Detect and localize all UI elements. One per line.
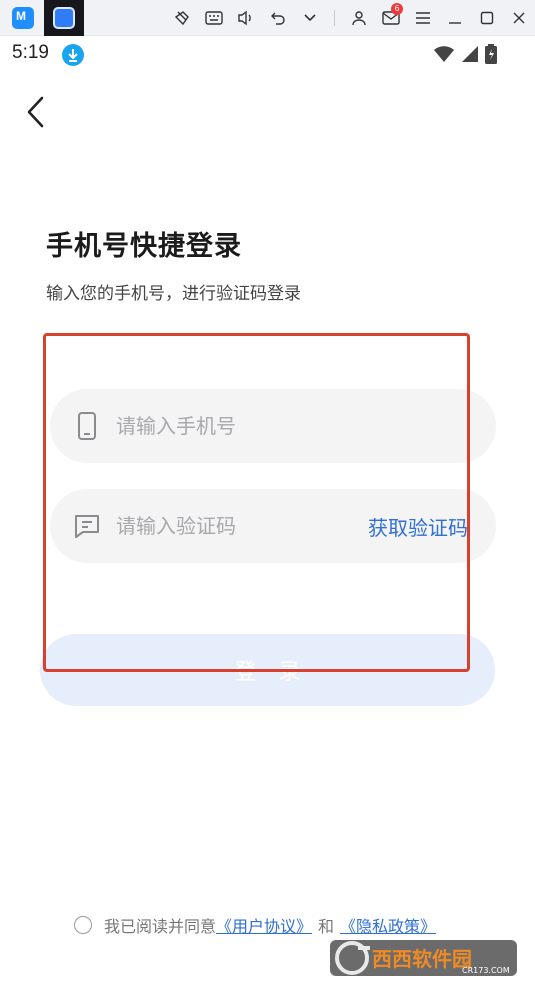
user-agreement-link[interactable]: 《用户协议》 (216, 913, 312, 937)
code-input[interactable] (116, 506, 346, 546)
toolbar-divider (334, 10, 335, 26)
agreement-conjunction: 和 (318, 917, 335, 936)
phone-field[interactable] (50, 389, 496, 463)
back-button[interactable] (22, 94, 52, 130)
watermark-site: CR173.COM (462, 966, 510, 975)
signal-icon (461, 45, 479, 67)
pin-icon[interactable] (166, 0, 198, 36)
battery-icon (485, 44, 497, 68)
phone-input[interactable] (116, 406, 346, 446)
emulator-app-icon[interactable] (12, 7, 34, 29)
download-icon (62, 44, 84, 66)
status-time: 5:19 (12, 42, 49, 63)
mail-badge: 6 (391, 3, 403, 15)
volume-icon[interactable] (230, 0, 262, 36)
keyboard-icon[interactable] (198, 0, 230, 36)
undo-icon[interactable] (262, 0, 294, 36)
mail-icon[interactable]: 6 (375, 0, 407, 36)
page-title: 手机号快捷登录 (46, 231, 242, 262)
status-bar: 5:19 (0, 36, 535, 72)
close-icon[interactable] (503, 0, 535, 36)
chevron-down-icon[interactable] (294, 0, 326, 36)
wifi-icon (433, 45, 455, 67)
current-app-icon[interactable] (53, 7, 75, 29)
host-toolbar: 6 (0, 0, 535, 36)
menu-icon[interactable] (407, 0, 439, 36)
privacy-policy-link[interactable]: 《隐私政策》 (340, 913, 436, 937)
agree-radio[interactable] (74, 916, 92, 934)
agreement-prefix: 我已阅读并同意 (104, 917, 217, 936)
phone-icon (72, 411, 102, 441)
maximize-icon[interactable] (471, 0, 503, 36)
login-button[interactable]: 登录 (40, 634, 495, 706)
agreement-row: 我已阅读并同意 《用户协议》 和 《隐私政策》 (74, 913, 436, 937)
minimize-icon[interactable] (439, 0, 471, 36)
page-subtitle: 输入您的手机号，进行验证码登录 (46, 284, 301, 304)
watermark-brand: 西西软件园 (372, 947, 472, 971)
code-field[interactable]: 获取验证码 (50, 489, 496, 563)
site-watermark: 西西软件园 CR173.COM (330, 938, 517, 978)
get-code-button[interactable]: 获取验证码 (368, 512, 468, 541)
back-chevron-icon (27, 96, 44, 128)
user-icon[interactable] (343, 0, 375, 36)
message-icon (72, 511, 102, 541)
